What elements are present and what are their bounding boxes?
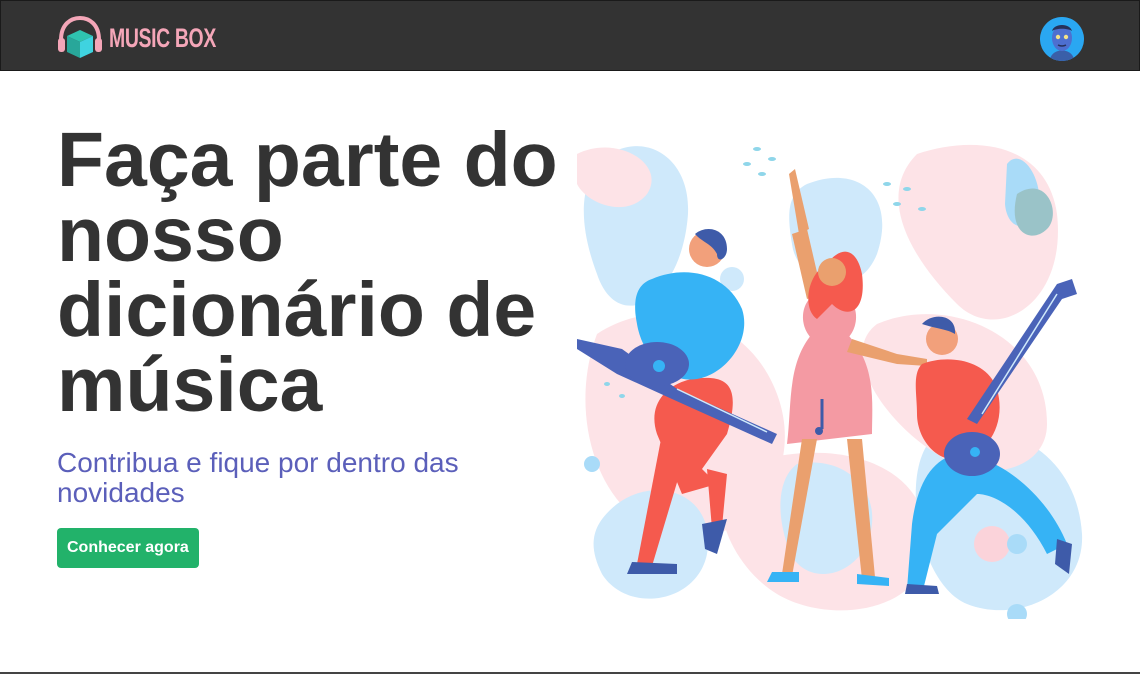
headphones-cube-logo-icon [58, 16, 102, 58]
musicians-illustration-icon [577, 144, 1083, 619]
hero-section: Faça parte do nosso dicionário de música… [0, 71, 1140, 672]
avatar-face-icon [1040, 17, 1084, 61]
hero-title: Faça parte do nosso dicionário de música [57, 117, 558, 428]
hero-subtitle: Contribua e fique por dentro das novidad… [57, 447, 459, 508]
brand-link[interactable]: MUSIC BOX [57, 16, 258, 60]
brand-name: MUSIC BOX [109, 22, 216, 53]
learn-more-button[interactable]: Conhecer agora [57, 528, 199, 568]
user-avatar[interactable] [1040, 17, 1084, 61]
navbar: MUSIC BOX [0, 0, 1140, 71]
